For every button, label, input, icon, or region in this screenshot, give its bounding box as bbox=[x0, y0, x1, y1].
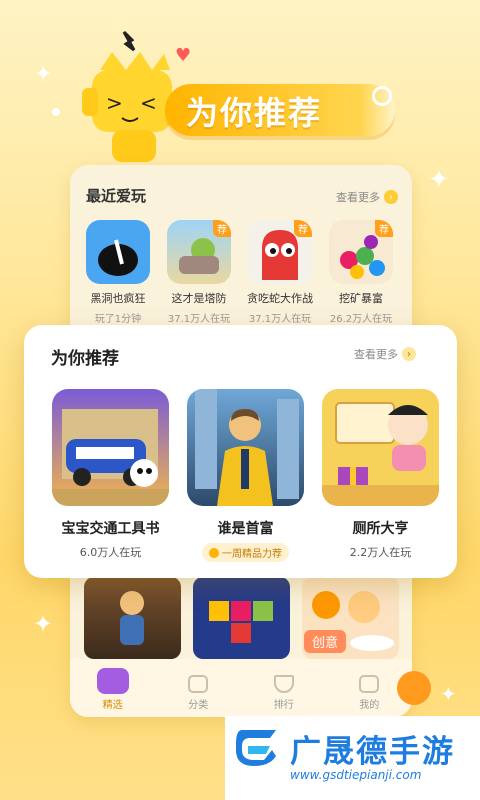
recommend-see-more-link[interactable]: 查看更多 › bbox=[354, 346, 416, 362]
chevron-right-icon: › bbox=[384, 190, 398, 204]
folder-icon bbox=[188, 675, 209, 693]
decor-ring bbox=[372, 86, 392, 106]
game-stat: 26.2万人在玩 bbox=[329, 314, 393, 325]
game-image bbox=[187, 389, 304, 506]
game-name: 这才是塔防 bbox=[171, 292, 227, 305]
game-thumbnail[interactable] bbox=[84, 577, 181, 659]
tab-label: 精选 bbox=[102, 700, 123, 711]
recommend-tag: 荐 bbox=[294, 220, 312, 237]
profile-icon bbox=[359, 675, 380, 693]
game-name: 谁是首富 bbox=[217, 521, 274, 537]
sparkle-icon: ✦ bbox=[33, 610, 54, 638]
sparkle-icon: ✦ bbox=[440, 682, 457, 706]
recent-games-row: 黑洞也疯狂 玩了1分钟 荐 这才是塔防 37.1万人在玩 荐 贪吃蛇大作战 37… bbox=[84, 220, 395, 325]
game-thumbnail[interactable] bbox=[193, 577, 290, 659]
lower-games-row: 创意 bbox=[84, 577, 399, 659]
sparkle-icon: ✦ bbox=[428, 165, 450, 195]
recommend-card: 为你推荐 查看更多 › 宝宝交通工具书 6.0万人在玩 谁是首富 一周精品力荐 … bbox=[24, 325, 457, 578]
game-stat: 2.2万人在玩 bbox=[349, 546, 412, 559]
brand-logo-icon bbox=[236, 730, 276, 766]
chevron-right-icon: › bbox=[402, 347, 416, 361]
svg-text:>: > bbox=[106, 91, 123, 115]
recommend-section-title: 为你推荐 bbox=[51, 349, 119, 369]
thumb-up-icon bbox=[209, 547, 219, 558]
recommend-games-row: 宝宝交通工具书 6.0万人在玩 谁是首富 一周精品力荐 厕所大亨 2.2万人在玩 bbox=[52, 389, 439, 562]
bottom-tab-bar: 精选 分类 排行 我的 bbox=[70, 659, 412, 717]
svg-text:<: < bbox=[140, 91, 157, 115]
weekly-pick-badge: 一周精品力荐 bbox=[202, 543, 289, 562]
recommend-tag: 荐 bbox=[213, 220, 231, 237]
recommend-game-card[interactable]: 谁是首富 一周精品力荐 bbox=[187, 389, 304, 562]
decor-dot bbox=[52, 108, 60, 116]
trophy-icon bbox=[273, 675, 294, 693]
recent-game-card[interactable]: 荐 贪吃蛇大作战 37.1万人在玩 bbox=[246, 220, 314, 325]
watermark-url: www.gsdtiepianji.com bbox=[290, 768, 422, 782]
gamepad-icon bbox=[96, 668, 129, 694]
game-name: 黑洞也疯狂 bbox=[90, 292, 146, 305]
game-icon: 荐 bbox=[167, 220, 231, 284]
game-name: 贪吃蛇大作战 bbox=[247, 292, 313, 305]
recent-section-title: 最近爱玩 bbox=[86, 187, 147, 205]
game-stat: 6.0万人在玩 bbox=[79, 546, 142, 559]
see-more-label: 查看更多 bbox=[336, 191, 380, 204]
recommend-game-card[interactable]: 宝宝交通工具书 6.0万人在玩 bbox=[52, 389, 169, 562]
game-name: 挖矿暴富 bbox=[339, 292, 383, 305]
recent-game-card[interactable]: 黑洞也疯狂 玩了1分钟 bbox=[84, 220, 152, 325]
game-name: 厕所大亨 bbox=[352, 521, 409, 537]
recent-game-card[interactable]: 荐 挖矿暴富 26.2万人在玩 bbox=[327, 220, 395, 325]
recent-game-card[interactable]: 荐 这才是塔防 37.1万人在玩 bbox=[165, 220, 233, 325]
game-image bbox=[322, 389, 439, 506]
recommend-game-card[interactable]: 厕所大亨 2.2万人在玩 bbox=[322, 389, 439, 562]
game-stat: 玩了1分钟 bbox=[94, 314, 142, 325]
see-more-label: 查看更多 bbox=[354, 348, 398, 361]
tab-ranking[interactable]: 排行 bbox=[254, 675, 314, 711]
game-name: 宝宝交通工具书 bbox=[61, 521, 160, 537]
tab-mine[interactable]: 我的 bbox=[339, 675, 399, 711]
game-thumbnail[interactable]: 创意 bbox=[302, 577, 399, 659]
hero-title: 为你推荐 bbox=[186, 94, 323, 132]
tab-featured[interactable]: 精选 bbox=[83, 668, 143, 711]
recent-see-more-link[interactable]: 查看更多 › bbox=[336, 189, 398, 205]
sparkle-icon: ✦ bbox=[34, 62, 53, 87]
tab-label: 我的 bbox=[359, 700, 380, 711]
game-image bbox=[52, 389, 169, 506]
game-icon bbox=[86, 220, 150, 284]
badge-label: 一周精品力荐 bbox=[222, 549, 282, 560]
game-stat: 37.1万人在玩 bbox=[248, 314, 312, 325]
recommend-tag: 荐 bbox=[375, 220, 393, 237]
decor-ball bbox=[397, 671, 431, 705]
watermark-title: 广晟德手游 bbox=[290, 734, 455, 770]
create-tag: 创意 bbox=[304, 630, 347, 653]
tab-label: 分类 bbox=[188, 700, 209, 711]
tab-category[interactable]: 分类 bbox=[168, 675, 228, 711]
game-icon: 荐 bbox=[248, 220, 312, 284]
game-stat: 37.1万人在玩 bbox=[167, 314, 231, 325]
tab-label: 排行 bbox=[273, 700, 294, 711]
game-icon: 荐 bbox=[329, 220, 393, 284]
